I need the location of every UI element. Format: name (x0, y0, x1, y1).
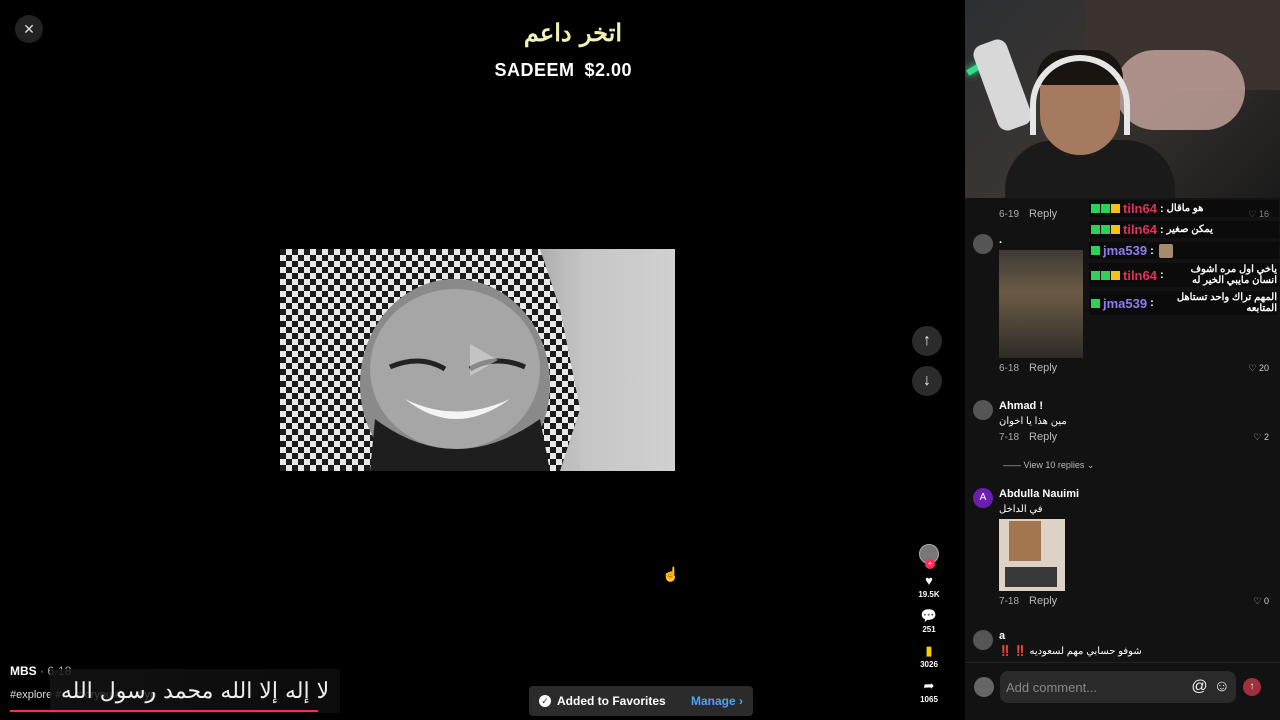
reply-button[interactable]: Reply (1029, 362, 1057, 374)
chat-message: tiln64: يمكن صغير (1089, 221, 1279, 238)
chat-message: jma539: المهم تراك واحد تستاهل المتابعه (1089, 291, 1279, 315)
stream-chat-overlay: tiln64: هو ماقال tiln64: يمكن صغير jma53… (1089, 200, 1279, 319)
close-button[interactable]: ✕ (15, 15, 43, 43)
comment-text: في الداخل (999, 504, 1043, 515)
chat-badges (1091, 225, 1120, 234)
reply-button[interactable]: Reply (1029, 595, 1057, 607)
follow-plus-icon[interactable]: + (925, 559, 935, 569)
heart-icon: ♥ (925, 573, 933, 588)
comment-likes[interactable]: ♡ 20 (1248, 363, 1269, 374)
chat-badges (1091, 204, 1120, 213)
avatar (974, 677, 994, 697)
avatar[interactable] (973, 630, 993, 650)
check-icon: ✓ (539, 695, 551, 707)
send-icon: ↑ (1249, 681, 1255, 692)
streamer-webcam (965, 0, 1280, 198)
chat-username: tiln64 (1123, 267, 1157, 283)
comment-actions: 7-18 Reply ♡ 0 (999, 595, 1269, 607)
emote (1158, 243, 1173, 258)
comment-date: 7-18 (999, 595, 1020, 607)
toast-message: Added to Favorites (557, 694, 666, 708)
next-video-button[interactable]: ↓ (912, 366, 942, 396)
arrow-down-icon: ↓ (923, 372, 931, 389)
like-button[interactable]: ♥ 19.5K (918, 573, 940, 600)
comment-author[interactable]: a (999, 630, 1269, 642)
bookmark-icon: ▮ (925, 643, 933, 658)
author-avatar[interactable]: + (919, 544, 939, 569)
comment-field[interactable]: @ ☺ (1000, 671, 1236, 703)
comment-author[interactable]: Ahmad ! (999, 400, 1269, 412)
donation-amount: $2.00 (584, 60, 632, 80)
previous-video-button[interactable]: ↑ (912, 326, 942, 356)
comment-count: 251 (922, 625, 936, 634)
play-icon[interactable] (462, 340, 502, 380)
comment-date: 6-18 (999, 362, 1020, 374)
caption-banner: لا إله إلا الله محمد رسول الله (50, 669, 340, 713)
chat-badges (1091, 298, 1100, 308)
microphone (970, 36, 1035, 134)
avatar[interactable]: A (973, 488, 993, 508)
share-icon: ➦ (923, 678, 935, 693)
comment-likes[interactable]: ♡ 2 (1253, 432, 1269, 443)
reply-button[interactable]: Reply (1029, 208, 1057, 220)
video-stage: ✕ اتخر داعم SADEEM $2.00 ↑ ↓ + ♥ 19.5K 💬… (0, 0, 962, 720)
chat-text: يمكن صغير (1166, 224, 1213, 235)
comment-likes[interactable]: ♡ 0 (1253, 596, 1269, 607)
share-button[interactable]: ➦ 1065 (920, 678, 938, 705)
comment-actions: 7-18 Reply ♡ 2 (999, 431, 1269, 443)
chat-username: tiln64 (1123, 222, 1157, 237)
chat-badges (1091, 270, 1120, 280)
arrow-up-icon: ↑ (923, 332, 931, 349)
chat-message: tiln64: هو ماقال (1089, 200, 1279, 217)
comment-button[interactable]: 💬 251 (920, 608, 938, 635)
comment-author[interactable]: Abdulla Nauimi (999, 488, 1269, 500)
chat-text: ياخي اول مره اشوف انسان مايبي الخير له (1190, 264, 1277, 286)
at-icon[interactable]: @ (1191, 678, 1207, 696)
view-replies-button[interactable]: —— View 10 replies ⌄ (1003, 460, 1094, 471)
action-bar: + ♥ 19.5K 💬 251 ▮ 3026 ➦ 1065 (917, 544, 941, 704)
favorites-toast: ✓ Added to Favorites Manage › (529, 686, 753, 716)
reply-button[interactable]: Reply (1029, 431, 1057, 443)
send-button[interactable]: ↑ (1243, 678, 1261, 696)
stream-overlay-title: اتخر داعم (523, 18, 622, 47)
manage-favorites-link[interactable]: Manage › (691, 694, 743, 708)
comment-icon: 💬 (920, 608, 938, 623)
comment-actions: 6-18 Reply ♡ 20 (999, 362, 1269, 374)
comment-text: شوفو حسابي مهم لسعوديه ‼️ ‼️ (999, 646, 1142, 657)
chat-text: هو ماقال (1166, 203, 1204, 214)
donation-overlay: SADEEM $2.00 (494, 60, 632, 81)
avatar[interactable] (973, 400, 993, 420)
avatar[interactable] (973, 234, 993, 254)
emoji-icon[interactable]: ☺ (1214, 678, 1230, 696)
chat-message: jma539: (1089, 242, 1279, 259)
comment-input[interactable] (1006, 679, 1186, 695)
favorite-count: 3026 (920, 660, 938, 669)
close-icon: ✕ (23, 20, 35, 37)
comment-text: مين هذا يا اخوان (999, 416, 1067, 427)
chat-message: tiln64: ياخي اول مره اشوف انسان مايبي ال… (1089, 263, 1279, 287)
comments-panel: 6-19 Reply ♡ 16 . 6-18 Reply ♡ 20 Ahmad … (965, 0, 1280, 720)
video-progress-bar[interactable] (10, 710, 318, 712)
video-author[interactable]: MBS (10, 664, 37, 678)
chat-username: tiln64 (1123, 201, 1157, 216)
like-count: 19.5K (918, 590, 940, 599)
comment-date: 7-18 (999, 431, 1020, 443)
comment-image[interactable] (999, 519, 1065, 591)
comment-composer: @ ☺ ↑ (965, 662, 1280, 720)
donor-name: SADEEM (494, 60, 575, 80)
chat-username: jma539 (1103, 243, 1148, 258)
comment-image[interactable] (999, 250, 1083, 358)
comment-date: 6-19 (999, 208, 1020, 220)
chat-text: المهم تراك واحد تستاهل المتابعه (1176, 292, 1277, 314)
hand-cursor-icon: ☝ (662, 566, 680, 582)
favorite-button[interactable]: ▮ 3026 (920, 643, 938, 670)
share-count: 1065 (920, 695, 938, 704)
chat-badges (1091, 246, 1100, 255)
chat-username: jma539 (1103, 295, 1148, 311)
